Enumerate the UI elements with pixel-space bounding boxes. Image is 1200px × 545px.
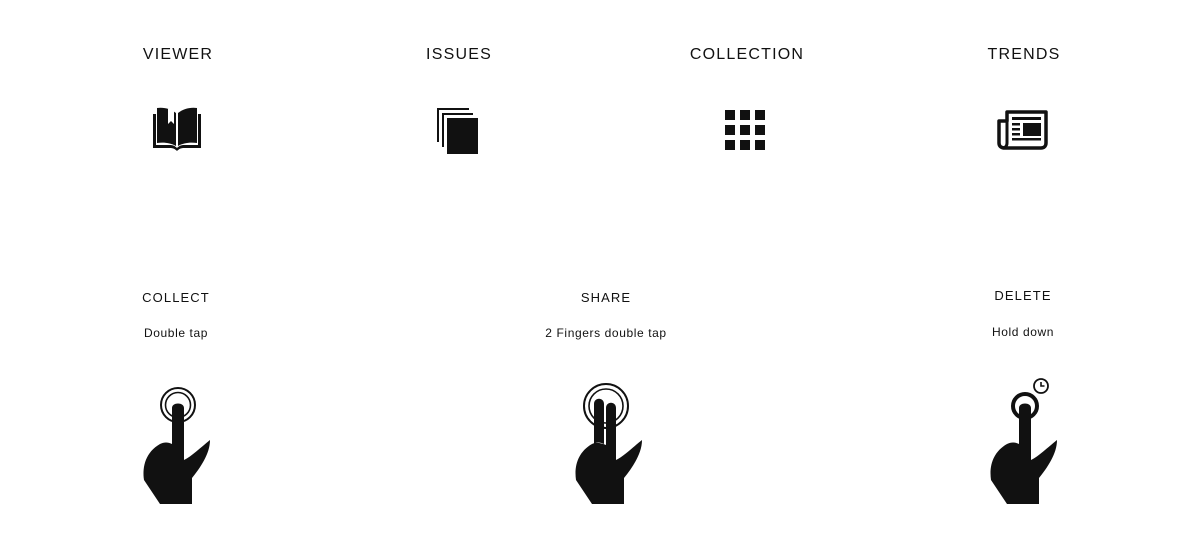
- one-finger-tap-icon: [140, 384, 216, 506]
- nav-trends-label: TRENDS: [987, 46, 1061, 63]
- newspaper-icon: [997, 110, 1049, 150]
- finger-hold-icon: [986, 376, 1066, 506]
- gesture-share-description: 2 Fingers double tap: [545, 326, 667, 340]
- open-book-icon: [152, 106, 202, 152]
- nav-viewer-label: VIEWER: [142, 46, 214, 63]
- two-finger-tap-icon: [570, 382, 650, 506]
- gesture-delete-description: Hold down: [991, 325, 1055, 339]
- gesture-delete-title: DELETE: [994, 288, 1052, 303]
- gesture-collect-title: COLLECT: [142, 290, 210, 305]
- stacked-pages-icon: [436, 107, 480, 155]
- gesture-share-title: SHARE: [580, 290, 632, 305]
- nav-collection-label: COLLECTION: [689, 46, 805, 63]
- nav-issues-label: ISSUES: [426, 46, 492, 63]
- gesture-collect-description: Double tap: [143, 326, 209, 340]
- grid-icon: [725, 110, 767, 152]
